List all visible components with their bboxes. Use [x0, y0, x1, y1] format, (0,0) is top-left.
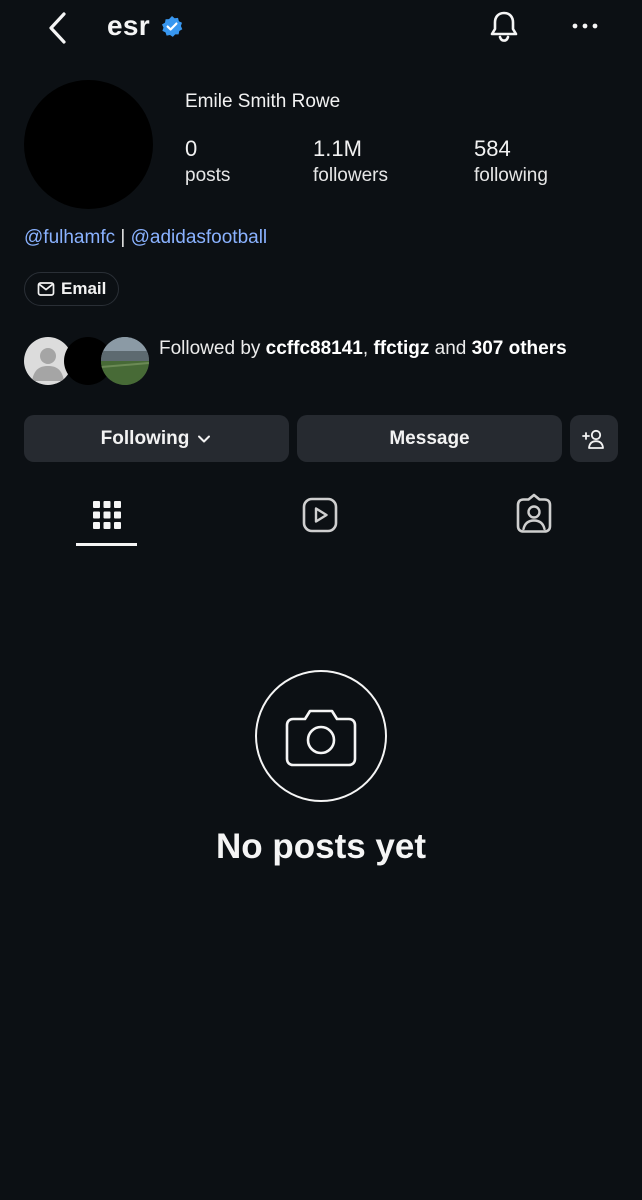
tagged-icon [516, 493, 552, 533]
active-tab-indicator [76, 543, 137, 546]
mutual-count: 307 [471, 338, 504, 359]
message-button[interactable]: Message [297, 415, 562, 462]
profile-avatar[interactable] [24, 80, 153, 209]
bio-link-adidasfootball[interactable]: @adidasfootball [131, 227, 268, 248]
notifications-button[interactable] [484, 6, 524, 46]
more-horizontal-icon [572, 23, 598, 29]
tab-reels[interactable] [296, 491, 344, 539]
stat-followers[interactable]: 1.1M followers [313, 135, 388, 189]
grid-icon [93, 501, 121, 529]
following-button[interactable]: Following [24, 415, 289, 462]
followed-by-prefix: Followed by [159, 338, 266, 359]
following-count: 584 [474, 136, 511, 161]
followed-by-suffix: others [503, 338, 567, 359]
email-label: Email [61, 279, 107, 298]
mutual-follower-avatar[interactable] [101, 337, 149, 385]
tab-tagged[interactable] [510, 491, 558, 539]
posts-label: posts [185, 165, 231, 186]
followed-by-text[interactable]: Followed by ccffc88141, ffctigz and 307 … [159, 336, 599, 362]
bio-links: @fulhamfc | @adidasfootball [24, 227, 267, 249]
tab-posts-grid[interactable] [83, 491, 131, 539]
camera-icon [285, 709, 357, 767]
chevron-down-icon [198, 435, 211, 442]
chevron-left-icon [49, 12, 66, 44]
following-button-label: Following [100, 427, 190, 449]
empty-state-icon-ring [255, 670, 387, 802]
empty-state-text: No posts yet [215, 827, 427, 866]
bio-link-fulhamfc[interactable]: @fulhamfc [24, 227, 115, 248]
followers-count: 1.1M [313, 136, 362, 161]
reels-icon [302, 497, 338, 533]
bell-icon [490, 11, 518, 42]
profile-full-name: Emile Smith Rowe [185, 91, 341, 112]
message-button-label: Message [389, 427, 470, 449]
posts-count: 0 [185, 136, 198, 161]
bio-separator: | [115, 227, 131, 248]
followed-by-separator: , [362, 338, 374, 359]
following-label: following [474, 165, 548, 186]
envelope-icon [37, 282, 55, 296]
back-button[interactable] [38, 8, 78, 48]
followers-label: followers [313, 165, 388, 186]
suggested-users-button[interactable] [570, 415, 618, 462]
verified-badge-icon [160, 15, 184, 39]
stat-posts[interactable]: 0 posts [185, 135, 230, 189]
profile-username: esr [107, 10, 150, 41]
more-options-button[interactable] [566, 6, 606, 46]
mutual-user-1: ccffc88141 [265, 338, 363, 359]
mutual-user-2: ffctigz [373, 338, 430, 359]
stadium-photo [101, 337, 149, 385]
stat-following[interactable]: 584 following [474, 135, 548, 189]
add-person-icon [582, 429, 604, 449]
email-button[interactable]: Email [24, 272, 120, 306]
followed-by-and: and [429, 338, 472, 359]
